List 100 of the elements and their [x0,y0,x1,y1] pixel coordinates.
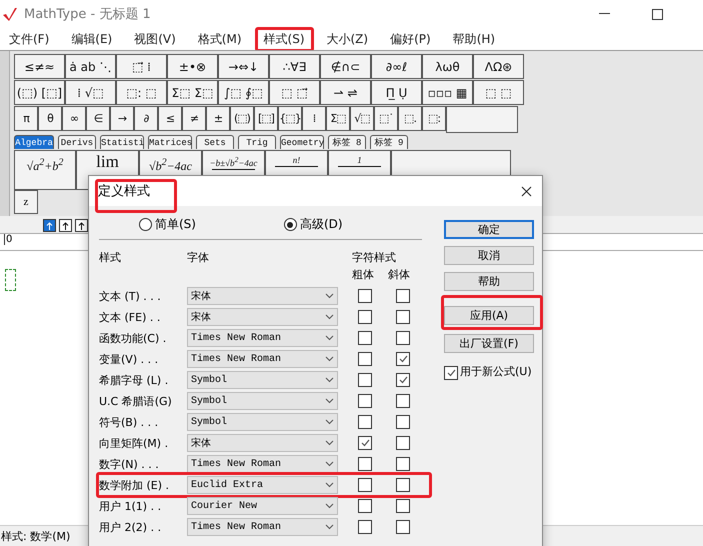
menu-item[interactable]: 格式(M) [198,30,242,48]
bold-checkbox[interactable] [358,499,372,513]
dialog-button[interactable]: 应用(A) [444,306,534,325]
menu-item[interactable]: 大小(Z) [326,30,368,48]
palette-button[interactable]: ⬚: ⬚ [116,80,167,105]
symbol-button[interactable]: Σ⬚ [326,106,350,131]
italic-checkbox[interactable] [396,520,410,534]
font-select[interactable]: Courier New [187,497,338,515]
palette-button[interactable]: ⁞ √⬚ [65,80,116,105]
bold-checkbox[interactable] [358,373,372,387]
dialog-button[interactable]: 出厂设置(F) [444,334,534,353]
dialog-button[interactable]: 帮助 [444,272,534,291]
palette-button[interactable]: Π̲ Ụ [371,80,422,105]
template-tab[interactable]: 标签 9 [370,135,408,149]
symbol-button[interactable]: ≠ [182,106,206,131]
symbol-button[interactable]: {⬚} [278,106,302,131]
palette-button[interactable]: (⬚) [⬚] [14,80,65,105]
symbol-button[interactable]: ⁞ [302,106,326,131]
symbol-button[interactable]: ∂ [134,106,158,131]
close-icon[interactable] [521,186,532,196]
italic-checkbox[interactable] [396,394,410,408]
bold-checkbox[interactable] [358,415,372,429]
symbol-button[interactable]: θ [38,106,62,131]
bold-checkbox[interactable] [358,331,372,345]
palette-button[interactable]: ±•⊗ [167,54,218,79]
menu-item[interactable]: 编辑(E) [71,30,112,48]
palette-button[interactable]: ≤≠≈ [14,54,65,79]
italic-checkbox[interactable] [396,436,410,450]
symbol-button[interactable]: → [110,106,134,131]
italic-checkbox[interactable] [396,478,410,492]
tab-stop-button[interactable] [59,219,72,232]
checkbox[interactable] [444,366,458,380]
radio-option[interactable]: 简单(S) [139,216,196,233]
italic-checkbox[interactable] [396,352,410,366]
menu-item[interactable]: 文件(F) [9,30,50,48]
menu-item[interactable]: 帮助(H) [452,30,496,48]
bold-checkbox[interactable] [358,394,372,408]
bold-checkbox[interactable] [358,436,372,450]
font-select[interactable]: Symbol [187,371,338,389]
bold-checkbox[interactable] [358,289,372,303]
font-select[interactable]: Times New Roman [187,329,338,347]
font-select[interactable]: Times New Roman [187,350,338,368]
palette-button[interactable]: ▫▫▫ ▦ [422,80,473,105]
symbol-button[interactable]: [⬚] [254,106,278,131]
template-button[interactable]: √a$^{2}$+b$^{2}$ [14,150,76,190]
palette-button[interactable]: ΛΩ⊛ [473,54,524,79]
symbol-button[interactable]: π [14,106,38,131]
template-tab[interactable]: Sets [196,135,234,149]
bold-checkbox[interactable] [358,457,372,471]
palette-button[interactable]: ⬚ ⬚ [473,80,524,105]
palette-button[interactable]: ⬚⃗ ⁞ [116,54,167,79]
menu-item[interactable]: 视图(V) [134,30,176,48]
radio-option[interactable]: 高级(D) [284,216,343,233]
symbol-button[interactable]: ∈ [86,106,110,131]
template-tab[interactable]: Algebra [14,135,54,149]
template-tab[interactable]: Trig [238,135,276,149]
font-select[interactable]: Symbol [187,392,338,410]
tab-stop-button[interactable] [43,219,56,232]
italic-checkbox[interactable] [396,373,410,387]
palette-button[interactable]: ⇀ ⇌ [320,80,371,105]
template-button[interactable]: z [14,190,38,214]
template-tab[interactable]: 标签 8 [328,135,366,149]
font-select[interactable]: 宋体 [187,308,338,326]
italic-checkbox[interactable] [396,499,410,513]
palette-button[interactable]: Σ⬚ Σ⬚ [167,80,218,105]
dialog-button[interactable]: 确定 [444,220,534,239]
toolbar-handle[interactable] [0,51,10,216]
italic-checkbox[interactable] [396,331,410,345]
symbol-button[interactable]: (⬚) [230,106,254,131]
italic-checkbox[interactable] [396,310,410,324]
template-tab[interactable]: Derivs [58,135,96,149]
symbol-button[interactable]: √⬚ [350,106,374,131]
palette-button[interactable]: ∂∞ℓ [371,54,422,79]
minimize-icon[interactable] [599,13,610,15]
bold-checkbox[interactable] [358,478,372,492]
symbol-button[interactable]: ⬚: [422,106,446,131]
symbol-button[interactable]: ⬚. [398,106,422,131]
maximize-icon[interactable] [652,8,663,20]
symbol-button[interactable]: ≤ [158,106,182,131]
palette-button[interactable]: λωθ [422,54,473,79]
italic-checkbox[interactable] [396,415,410,429]
tab-stop-button[interactable] [75,219,88,232]
font-select[interactable]: Symbol [187,413,338,431]
palette-button[interactable]: ∫⬚ ∮⬚ [218,80,269,105]
bold-checkbox[interactable] [358,352,372,366]
symbol-button[interactable]: ⬚˙ [374,106,398,131]
palette-button[interactable]: ȧ ab ⋱ [65,54,116,79]
font-select[interactable]: 宋体 [187,434,338,452]
palette-button[interactable]: ⬚ ⬚⃗ [269,80,320,105]
italic-checkbox[interactable] [396,457,410,471]
menu-item[interactable]: 偏好(P) [390,30,431,48]
font-select[interactable]: Times New Roman [187,455,338,473]
bold-checkbox[interactable] [358,310,372,324]
font-select[interactable]: Times New Roman [187,518,338,536]
bold-checkbox[interactable] [358,520,372,534]
font-select[interactable]: 宋体 [187,287,338,305]
font-select[interactable]: Euclid Extra [187,476,338,494]
menu-item[interactable]: 样式(S) [264,30,304,48]
palette-button[interactable]: →⇔↓ [218,54,269,79]
symbol-button[interactable]: ∞ [62,106,86,131]
